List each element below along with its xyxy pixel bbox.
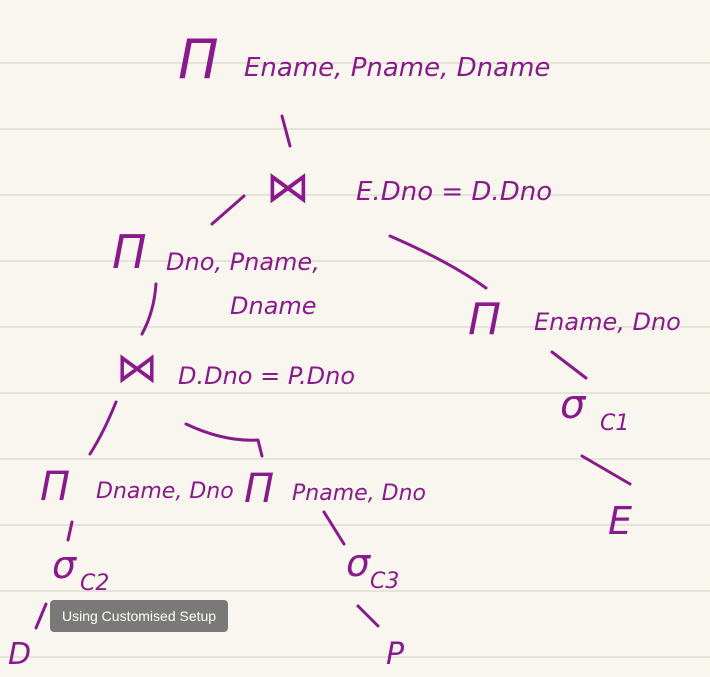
lower-right-projection-attrs: Pname, Dno xyxy=(292,481,426,506)
top-join-condition: E.Dno = D.Dno xyxy=(356,177,552,207)
edge-top-join-to-right-projection xyxy=(388,234,488,290)
relation-p: P xyxy=(386,637,405,672)
select-c3-symbol: σ xyxy=(346,541,372,585)
select-c3-subscript: C3 xyxy=(370,569,399,594)
root-projection-attrs: Ename, Pname, Dname xyxy=(244,53,550,83)
lower-left-projection-symbol: Π xyxy=(40,464,70,510)
right-projection-attrs: Ename, Dno xyxy=(534,308,681,336)
relation-e: E xyxy=(608,499,632,543)
left-projection-attrs-line1: Dno, Pname, xyxy=(166,248,320,276)
mid-join-condition: D.Dno = P.Dno xyxy=(178,362,355,390)
edge-lower-right-projection-to-select-c3 xyxy=(322,510,346,546)
right-projection-symbol: Π xyxy=(468,294,501,345)
lower-right-projection-symbol: Π xyxy=(244,466,274,512)
left-projection-attrs-line2: Dname xyxy=(230,292,317,320)
lower-left-projection-attrs: Dname, Dno xyxy=(96,479,234,504)
select-c1-symbol: σ xyxy=(560,382,587,428)
top-join-symbol: ⋈ xyxy=(266,162,310,213)
edge-mid-join-to-lower-left-projection xyxy=(88,400,118,456)
edge-left-projection-to-mid-join xyxy=(140,282,158,336)
mid-join-symbol: ⋈ xyxy=(116,343,158,392)
edge-select-c2-to-d xyxy=(34,602,48,630)
query-tree-diagram: Π Ename, Pname, Dname ⋈ E.Dno = D.Dno Π … xyxy=(8,28,681,672)
edge-select-c3-to-p xyxy=(356,604,380,628)
select-c2-symbol: σ xyxy=(52,543,78,587)
left-projection-symbol: Π xyxy=(112,225,147,279)
setup-toast: Using Customised Setup xyxy=(50,600,229,632)
select-c2-subscript: C2 xyxy=(80,571,109,596)
edge-top-join-to-left-projection xyxy=(210,194,246,226)
edge-right-projection-to-select-c1 xyxy=(550,350,588,380)
relation-d: D xyxy=(8,637,31,672)
edge-lower-left-projection-to-select-c2 xyxy=(66,520,74,542)
setup-toast-label: Using Customised Setup xyxy=(62,608,217,624)
root-projection-symbol: Π xyxy=(178,28,219,91)
edge-select-c1-to-e xyxy=(580,454,632,486)
select-c1-subscript: C1 xyxy=(600,411,629,436)
edge-mid-join-to-lower-right-projection xyxy=(184,422,264,458)
edge-root-to-top-join xyxy=(280,114,292,148)
